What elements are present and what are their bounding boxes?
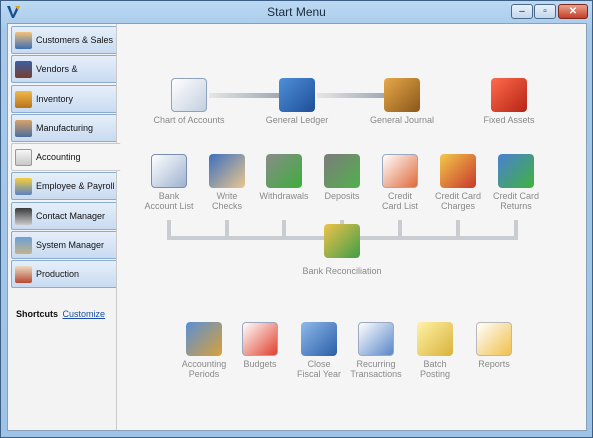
vendors-icon	[15, 61, 32, 79]
recurring-transactions-icon	[358, 322, 394, 356]
item-label: Budgets	[243, 359, 277, 369]
chart-of-accounts-button[interactable]: Chart of Accounts	[149, 78, 229, 125]
bank-reconciliation-button[interactable]: Bank Reconciliation	[292, 224, 392, 276]
item-label: Recurring Transactions	[350, 359, 402, 379]
item-label: Reports	[478, 359, 510, 369]
reports-icon	[476, 322, 512, 356]
sidebar-item-label: Production	[36, 269, 80, 280]
item-label: General Journal	[369, 115, 435, 125]
recurring-transactions-button[interactable]: Recurring Transactions	[341, 322, 411, 379]
item-label: Fixed Assets	[483, 115, 535, 125]
accounting-panel: Chart of Accounts General Ledger General…	[116, 24, 586, 430]
item-label: Accounting Periods	[181, 359, 227, 379]
general-journal-button[interactable]: General Journal	[362, 78, 442, 125]
inventory-icon	[15, 90, 32, 108]
contact-manager-icon	[15, 207, 32, 225]
sidebar-item-vendors-purchasing[interactable]: Vendors & Purchasing	[11, 55, 118, 100]
close-button[interactable]: ✕	[558, 4, 588, 19]
budgets-icon	[242, 322, 278, 356]
accounting-icon	[15, 149, 32, 167]
fixed-assets-button[interactable]: Fixed Assets	[469, 78, 549, 125]
write-checks-button[interactable]: Write Checks	[197, 154, 257, 211]
general-ledger-button[interactable]: General Ledger	[257, 78, 337, 125]
fixed-assets-icon	[491, 78, 527, 112]
credit-card-list-button[interactable]: Credit Card List	[370, 154, 430, 211]
sidebar-item-contact-manager[interactable]: Contact Manager	[11, 201, 118, 230]
production-icon	[15, 266, 32, 284]
accounting-periods-button[interactable]: Accounting Periods	[174, 322, 234, 379]
sidebar-item-customers-sales[interactable]: Customers & Sales	[11, 26, 118, 54]
employee-icon	[15, 178, 32, 196]
sidebar-item-label: Manufacturing	[36, 122, 94, 133]
budgets-button[interactable]: Budgets	[230, 322, 290, 369]
bank-account-list-button[interactable]: Bank Account List	[139, 154, 199, 211]
bank-account-list-icon	[151, 154, 187, 188]
shortcuts-label: Shortcuts	[16, 309, 59, 319]
item-label: General Ledger	[265, 115, 329, 125]
sidebar-item-accounting[interactable]: Accounting	[11, 143, 121, 172]
write-checks-icon	[209, 154, 245, 188]
customize-link[interactable]: Customize	[63, 309, 106, 319]
item-label: Close Fiscal Year	[296, 359, 342, 379]
deposits-button[interactable]: Deposits	[312, 154, 372, 201]
item-label: Batch Posting	[419, 359, 451, 379]
credit-card-list-icon	[382, 154, 418, 188]
batch-posting-button[interactable]: Batch Posting	[405, 322, 465, 379]
close-fiscal-year-button[interactable]: Close Fiscal Year	[289, 322, 349, 379]
withdrawals-button[interactable]: Withdrawals	[254, 154, 314, 201]
item-label: Chart of Accounts	[153, 115, 225, 125]
item-label: Bank Account List	[144, 191, 194, 211]
credit-card-charges-icon	[440, 154, 476, 188]
sidebar-item-label: Employee & Payroll	[36, 181, 115, 192]
maximize-button[interactable]: ▫	[534, 4, 556, 19]
sidebar-item-label: System Manager	[36, 240, 105, 251]
manufacturing-icon	[15, 119, 32, 137]
item-label: Credit Card List	[381, 191, 418, 211]
batch-posting-icon	[417, 322, 453, 356]
sidebar-item-label: Inventory	[36, 93, 74, 104]
module-sidebar: Customers & Sales Vendors & Purchasing I…	[11, 26, 121, 290]
sidebar-item-employee-payroll[interactable]: Employee & Payroll	[11, 172, 118, 201]
sidebar-item-inventory[interactable]: Inventory	[11, 84, 118, 113]
item-label: Credit Card Returns	[492, 191, 539, 211]
accounting-periods-icon	[186, 322, 222, 356]
sidebar-item-system-manager[interactable]: System Manager	[11, 231, 118, 260]
minimize-button[interactable]: –	[511, 4, 533, 19]
withdrawals-icon	[266, 154, 302, 188]
close-fiscal-year-icon	[301, 322, 337, 356]
client-area: Customers & Sales Vendors & Purchasing I…	[7, 23, 587, 431]
customers-icon	[15, 32, 32, 49]
item-label: Deposits	[324, 191, 360, 201]
sidebar-item-manufacturing[interactable]: Manufacturing	[11, 113, 118, 142]
sidebar-item-label: Contact Manager	[36, 210, 106, 221]
general-ledger-icon	[279, 78, 315, 112]
sidebar-item-label: Accounting	[36, 152, 81, 163]
item-label: Bank Reconciliation	[302, 266, 382, 276]
sidebar-item-label: Customers & Sales	[36, 35, 114, 45]
sidebar-item-production[interactable]: Production	[11, 260, 118, 289]
system-manager-icon	[15, 237, 32, 255]
credit-card-returns-button[interactable]: Credit Card Returns	[482, 154, 550, 211]
window-title: Start Menu	[267, 5, 326, 19]
item-label: Withdrawals	[259, 191, 309, 201]
deposits-icon	[324, 154, 360, 188]
bank-reconciliation-icon	[324, 224, 360, 258]
title-bar: Start Menu – ▫ ✕	[1, 1, 592, 23]
chart-of-accounts-icon	[171, 78, 207, 112]
start-menu-window: Start Menu – ▫ ✕ Customers & Sales Vendo…	[0, 0, 593, 438]
credit-card-returns-icon	[498, 154, 534, 188]
shortcuts-section: Shortcuts Customize	[16, 309, 105, 319]
reports-button[interactable]: Reports	[464, 322, 524, 369]
general-journal-icon	[384, 78, 420, 112]
item-label: Write Checks	[211, 191, 242, 211]
